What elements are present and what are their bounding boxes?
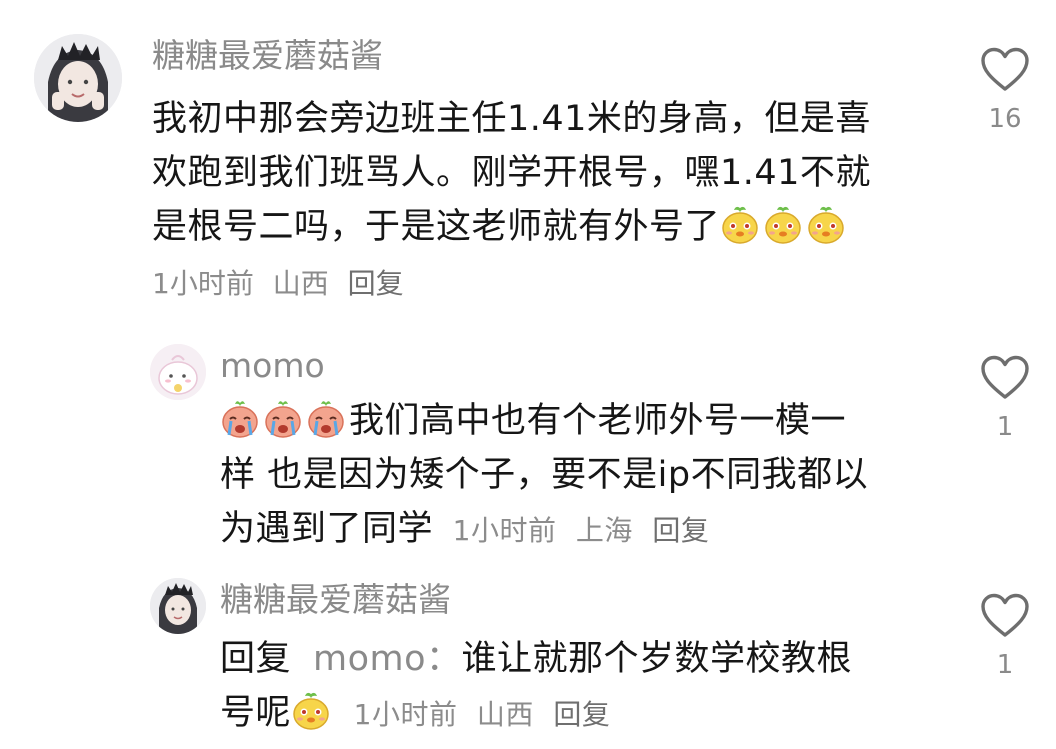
crying-face-emoji-icon: [220, 399, 260, 439]
comment-text-line: 号呢 1小时前 山西 回复: [220, 686, 940, 742]
comment-location: 上海: [575, 514, 633, 547]
like-button[interactable]: 16: [970, 46, 1040, 134]
comment-time: 1小时前: [452, 514, 557, 547]
like-button[interactable]: 1: [970, 592, 1040, 680]
comment-text-segment: 号呢: [220, 693, 292, 733]
like-count: 16: [988, 104, 1022, 134]
comment-text-segment: 为遇到了同学: [220, 509, 434, 549]
comment-meta: 1小时前 山西 回复: [152, 262, 414, 302]
heart-outline-icon: [981, 593, 1029, 637]
comment-time: 1小时前: [152, 267, 254, 300]
reply-comment-item: 糖糖最爱蘑菇酱 回复 momo：谁让就那个岁数学校教根 号呢 1小时前 山西 回复…: [0, 570, 1056, 749]
comment-location: 山西: [476, 698, 534, 731]
comment-text-line: 回复 momo：谁让就那个岁数学校教根: [220, 632, 940, 686]
comment-text-segment: 是根号二吗，于是这老师就有外号了: [152, 207, 721, 247]
comment-text: 我们高中也有个老师外号一模一 样 也是因为矮个子，要不是ip不同我都以 为遇到了…: [220, 394, 940, 558]
cute-dog-emoji-icon: [720, 205, 760, 245]
comment-username[interactable]: momo: [220, 346, 325, 386]
comment-text-segment: 谁让就那个岁数学校教根: [461, 639, 853, 679]
like-count: 1: [996, 650, 1014, 680]
reply-comment-item: momo 我们高中也有个老师外号一模一 样 也是因为矮个子，要不是ip不同我都以…: [0, 330, 1056, 550]
reply-mention-username[interactable]: momo：: [313, 639, 462, 679]
comment-text: 我初中那会旁边班主任1.41米的身高，但是喜 欢跑到我们班骂人。刚学开根号，嘿1…: [152, 92, 942, 254]
comment-username[interactable]: 糖糖最爱蘑菇酱: [152, 36, 383, 76]
reply-prefix: 回复: [220, 639, 292, 679]
comment-text-line: 样 也是因为矮个子，要不是ip不同我都以: [220, 455, 869, 495]
avatar[interactable]: [34, 34, 122, 122]
crying-face-emoji-icon: [263, 399, 303, 439]
comment-location: 山西: [272, 267, 329, 300]
reply-button[interactable]: 回复: [553, 698, 610, 731]
reply-button[interactable]: 回复: [348, 267, 404, 300]
comment-text-line: 我初中那会旁边班主任1.41米的身高，但是喜: [152, 99, 871, 139]
comment-text: 回复 momo：谁让就那个岁数学校教根 号呢 1小时前 山西 回复: [220, 632, 940, 742]
cute-dog-emoji-icon: [806, 205, 846, 245]
comment-meta: 1小时前 山西 回复: [354, 698, 621, 731]
cute-dog-emoji-icon: [763, 205, 803, 245]
like-button[interactable]: 1: [970, 354, 1040, 442]
comment-username[interactable]: 糖糖最爱蘑菇酱: [220, 580, 451, 620]
reply-button[interactable]: 回复: [652, 514, 709, 547]
comment-text-line: 是根号二吗，于是这老师就有外号了: [152, 200, 942, 254]
avatar[interactable]: [150, 344, 206, 400]
comment-text-line: 为遇到了同学 1小时前 上海 回复: [220, 502, 940, 558]
comment-text-line: 欢跑到我们班骂人。刚学开根号，嘿1.41不就: [152, 153, 871, 193]
comment-time: 1小时前: [353, 698, 458, 731]
comment-text-segment: 我们高中也有个老师外号一模一: [349, 401, 847, 441]
comment-item: 糖糖最爱蘑菇酱 我初中那会旁边班主任1.41米的身高，但是喜 欢跑到我们班骂人。…: [0, 0, 1056, 310]
crying-face-emoji-icon: [306, 399, 346, 439]
like-count: 1: [996, 412, 1014, 442]
heart-outline-icon: [981, 47, 1029, 91]
cute-dog-emoji-icon: [291, 691, 331, 731]
avatar[interactable]: [150, 578, 206, 634]
comment-meta: 1小时前 上海 回复: [453, 514, 720, 547]
comment-text-line: 我们高中也有个老师外号一模一: [220, 394, 940, 448]
heart-outline-icon: [981, 355, 1029, 399]
